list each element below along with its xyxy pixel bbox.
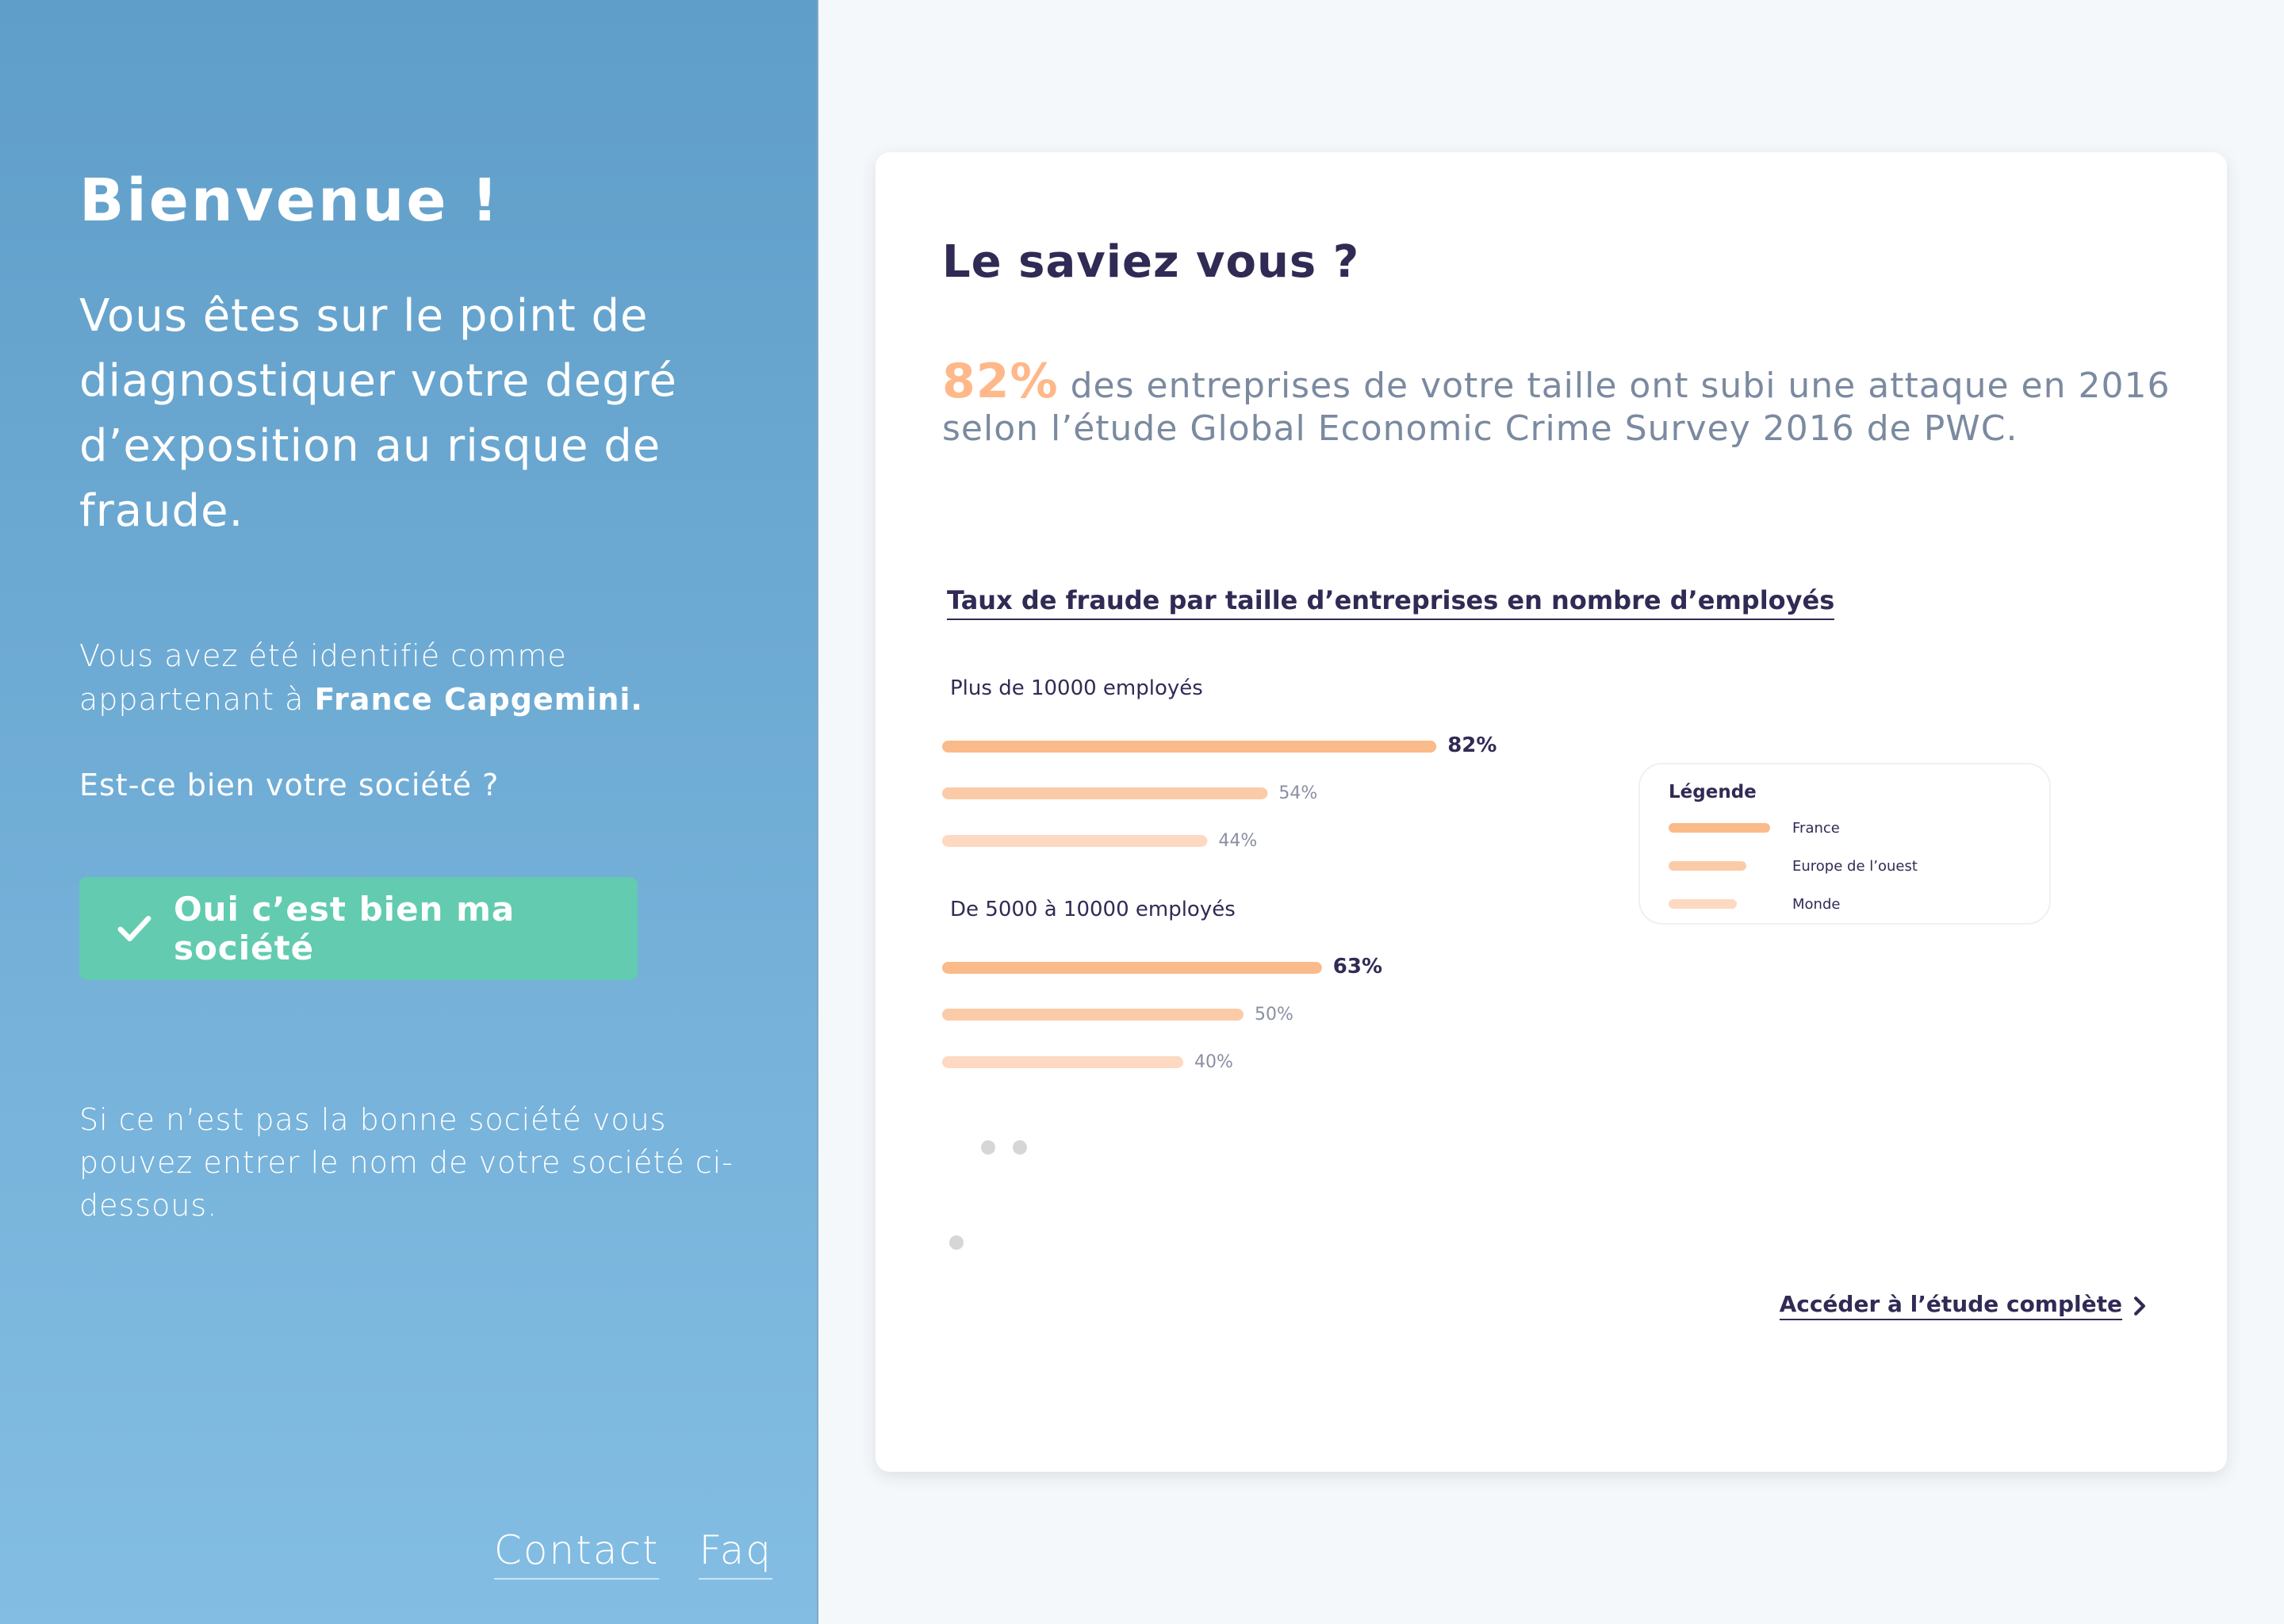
legend-item-europe: Europe de l’ouest [1669, 858, 1918, 875]
loading-dot [949, 1235, 964, 1250]
data-label: 54% [1278, 783, 1317, 803]
data-label: 50% [1255, 1005, 1293, 1025]
identified-text: Vous avez été identifié comme appartenan… [79, 634, 730, 722]
welcome-panel: Bienvenue ! Vous êtes sur le point de di… [0, 0, 817, 1624]
full-study-link[interactable]: Accéder à l’étude complète [1779, 1291, 2148, 1320]
data-label: 44% [1218, 831, 1257, 851]
intro-text: Vous êtes sur le point de diagnostiquer … [79, 290, 677, 537]
loading-dot [1013, 1140, 1027, 1155]
confirm-company-label: Oui c’est bien ma société [173, 890, 515, 967]
legend-item-monde: Monde [1669, 896, 1840, 913]
data-label: 63% [1333, 955, 1382, 979]
category-label: Plus de 10000 employés [950, 676, 1203, 700]
category-label: De 5000 à 10000 employés [950, 898, 1236, 921]
footer-links: Contact Faq [493, 1527, 772, 1580]
legend-item-france: France [1669, 820, 1840, 837]
bar [942, 787, 1268, 799]
confirm-company-button[interactable]: Oui c’est bien ma société [79, 877, 638, 980]
legend-swatch-france [1669, 823, 1770, 833]
legend-label-france: France [1792, 819, 1840, 837]
chart-legend: Légende France Europe de l’ouest Monde [1638, 763, 2051, 925]
bar [942, 741, 1437, 753]
bar [942, 1009, 1244, 1021]
chevron-right-icon [2134, 1296, 2145, 1316]
loading-dot [981, 1140, 995, 1155]
contact-link[interactable]: Contact [493, 1527, 660, 1580]
legend-swatch-monde [1669, 899, 1737, 909]
company-question: Est-ce bien votre société ? [79, 768, 500, 802]
legend-swatch-europe [1669, 861, 1746, 871]
welcome-heading: Bienvenue ! [79, 167, 501, 235]
faq-link[interactable]: Faq [699, 1527, 772, 1580]
bar [942, 962, 1322, 974]
check-icon [117, 915, 151, 942]
company-name: France Capgemini. [314, 682, 643, 717]
legend-title: Légende [1669, 782, 1757, 802]
bar [942, 835, 1208, 847]
panel-divider [817, 0, 818, 1624]
bar [942, 1056, 1183, 1068]
info-card: Le saviez vous ? 82% des entreprises de … [876, 152, 2227, 1472]
wrong-company-text: Si ce n’est pas la bonne société vous po… [79, 1102, 734, 1223]
legend-label-europe: Europe de l’ouest [1792, 857, 1918, 875]
fraud-rate-chart: Plus de 10000 employés 82% 54% 44% De 5000 à… [942, 676, 1496, 1072]
full-study-label: Accéder à l’étude complète [1779, 1291, 2122, 1320]
data-label: 82% [1447, 733, 1496, 757]
legend-label-monde: Monde [1792, 895, 1841, 913]
data-label: 40% [1194, 1052, 1233, 1072]
